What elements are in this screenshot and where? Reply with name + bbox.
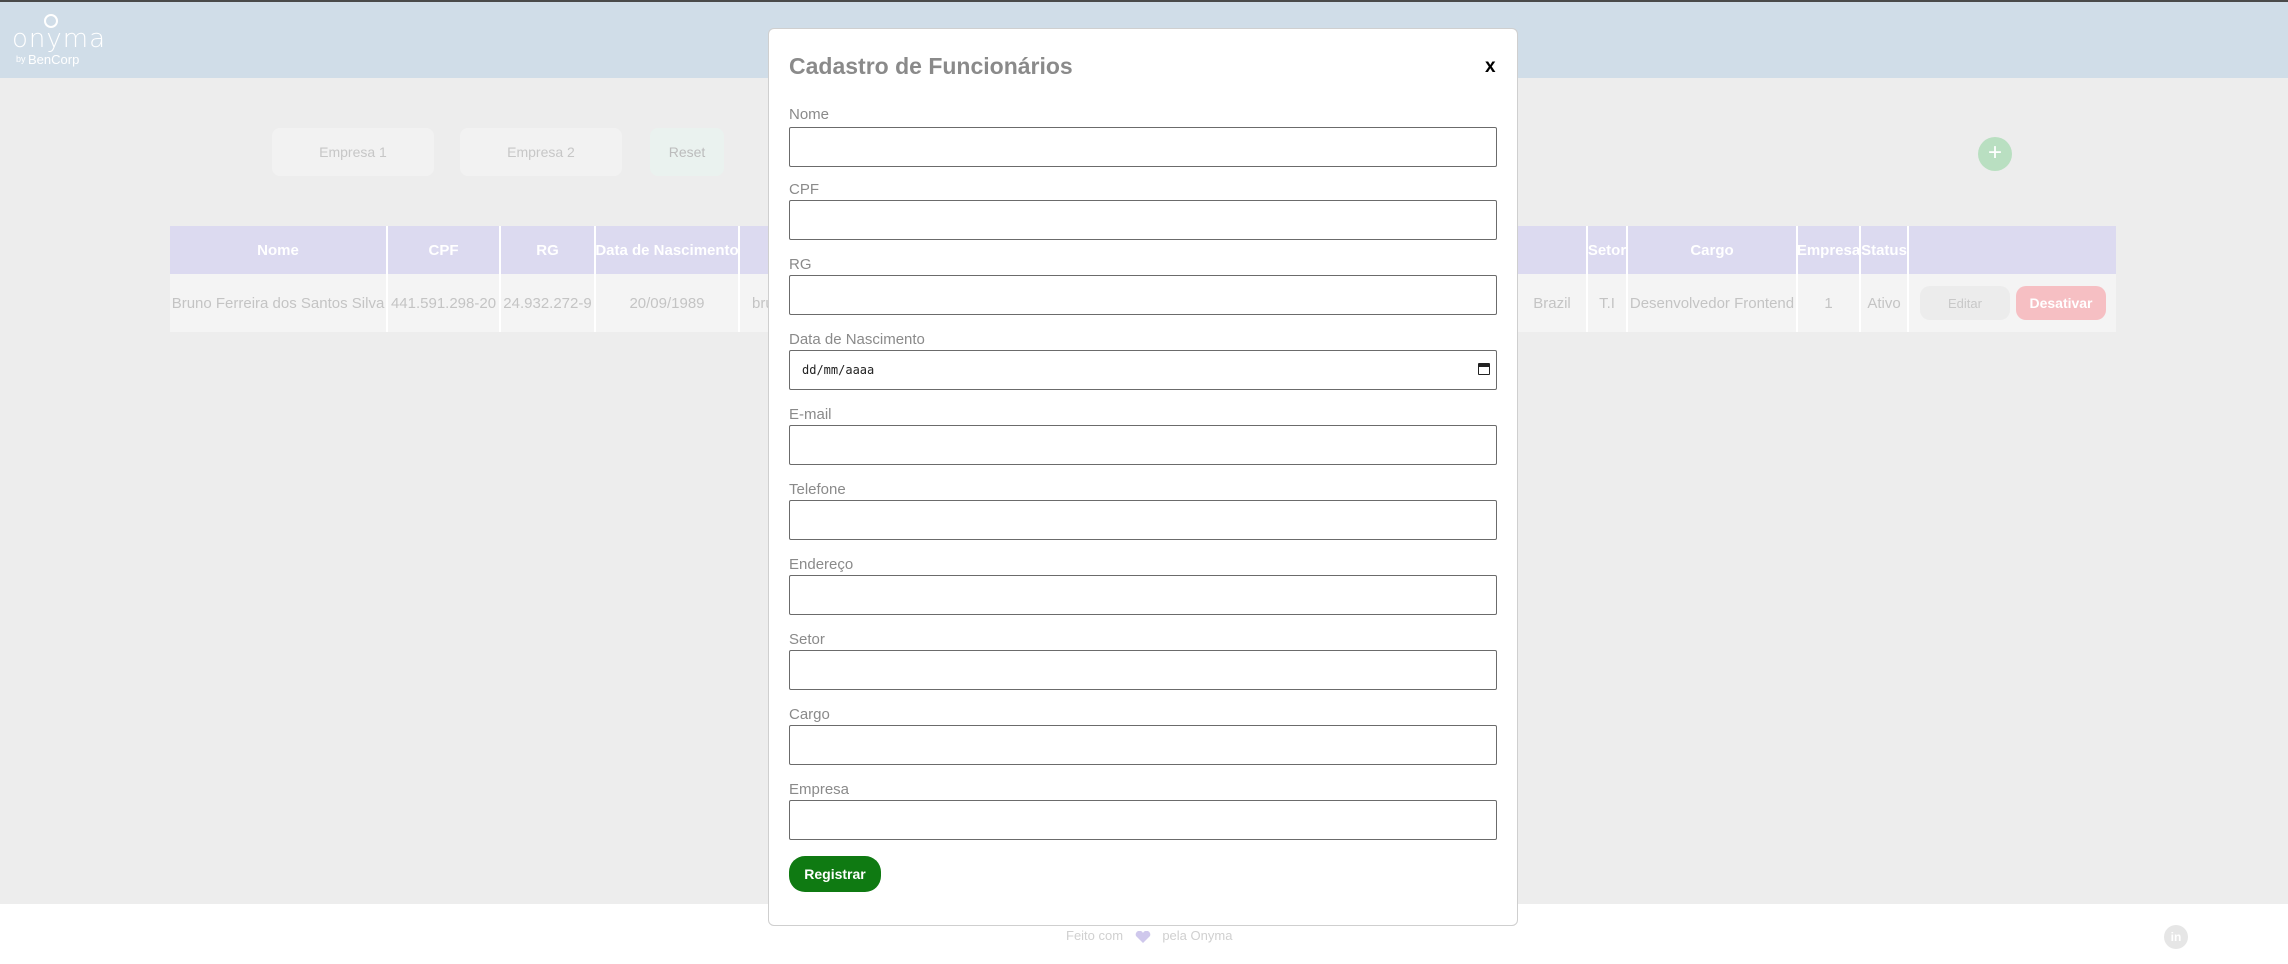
email-field[interactable] bbox=[789, 425, 1497, 465]
header-nascimento: Data de Nascimento bbox=[596, 226, 740, 274]
cell-status: Ativo bbox=[1861, 274, 1909, 332]
endereco-label: Endereço bbox=[789, 556, 854, 573]
cargo-field[interactable] bbox=[789, 725, 1497, 765]
footer-made-with: Feito com bbox=[1066, 928, 1124, 943]
telefone-field[interactable] bbox=[789, 500, 1497, 540]
onyma-logo[interactable]: onyma by BenCorp bbox=[12, 12, 105, 70]
filter-empresa-1-button[interactable]: Empresa 1 bbox=[272, 128, 434, 176]
telefone-label: Telefone bbox=[789, 481, 846, 498]
header-status: Status bbox=[1861, 226, 1909, 274]
nome-label: Nome bbox=[789, 106, 830, 123]
email-label: E-mail bbox=[789, 406, 832, 423]
deactivate-button[interactable]: Desativar bbox=[2016, 286, 2106, 320]
reset-filter-button[interactable]: Reset bbox=[650, 128, 724, 176]
logo-by: by bbox=[16, 54, 26, 64]
rg-field[interactable] bbox=[789, 275, 1497, 315]
empresa-label: Empresa bbox=[789, 781, 850, 798]
employee-registration-modal: Cadastro de Funcionários x Nome CPF RG D… bbox=[768, 28, 1518, 926]
cell-empresa: 1 bbox=[1798, 274, 1861, 332]
nome-field[interactable] bbox=[789, 127, 1497, 167]
filter-empresa-2-button[interactable]: Empresa 2 bbox=[460, 128, 622, 176]
cell-cpf: 441.591.298-20 bbox=[388, 274, 501, 332]
cargo-label: Cargo bbox=[789, 706, 830, 723]
date-placeholder: dd/mm/aaaa bbox=[802, 363, 875, 377]
footer-by: pela Onyma bbox=[1162, 928, 1233, 943]
footer-credit: Feito com pela Onyma bbox=[1066, 928, 1232, 943]
cell-pais: Brazil bbox=[1518, 274, 1588, 332]
header-setor: Setor bbox=[1588, 226, 1628, 274]
cell-setor: T.I bbox=[1588, 274, 1628, 332]
header-nome: Nome bbox=[170, 226, 388, 274]
header-cpf: CPF bbox=[388, 226, 501, 274]
empresa-field[interactable] bbox=[789, 800, 1497, 840]
register-button[interactable]: Registrar bbox=[789, 856, 881, 892]
nascimento-label: Data de Nascimento bbox=[789, 331, 925, 348]
cpf-field[interactable] bbox=[789, 200, 1497, 240]
cell-nome: Bruno Ferreira dos Santos Silva bbox=[170, 274, 388, 332]
nascimento-date-field[interactable]: dd/mm/aaaa bbox=[789, 350, 1497, 390]
close-modal-button[interactable]: x bbox=[1485, 56, 1496, 78]
cpf-label: CPF bbox=[789, 181, 819, 198]
logo-name: onyma bbox=[12, 24, 107, 54]
header-empresa: Empresa bbox=[1798, 226, 1861, 274]
edit-button[interactable]: Editar bbox=[1920, 286, 2010, 320]
cell-cargo: Desenvolvedor Frontend bbox=[1628, 274, 1798, 332]
rg-label: RG bbox=[789, 256, 812, 273]
logo-sub: BenCorp bbox=[28, 52, 80, 67]
header-pais bbox=[1518, 226, 1588, 274]
setor-field[interactable] bbox=[789, 650, 1497, 690]
calendar-icon[interactable] bbox=[1478, 363, 1490, 375]
header-rg: RG bbox=[501, 226, 596, 274]
setor-label: Setor bbox=[789, 631, 825, 648]
add-employee-button[interactable]: + bbox=[1978, 137, 2012, 171]
cell-nascimento: 20/09/1989 bbox=[596, 274, 740, 332]
linkedin-icon[interactable]: in bbox=[2164, 925, 2188, 949]
cell-rg: 24.932.272-9 bbox=[501, 274, 596, 332]
endereco-field[interactable] bbox=[789, 575, 1497, 615]
header-cargo: Cargo bbox=[1628, 226, 1798, 274]
modal-title: Cadastro de Funcionários bbox=[789, 53, 1073, 79]
heart-icon bbox=[1135, 930, 1151, 943]
